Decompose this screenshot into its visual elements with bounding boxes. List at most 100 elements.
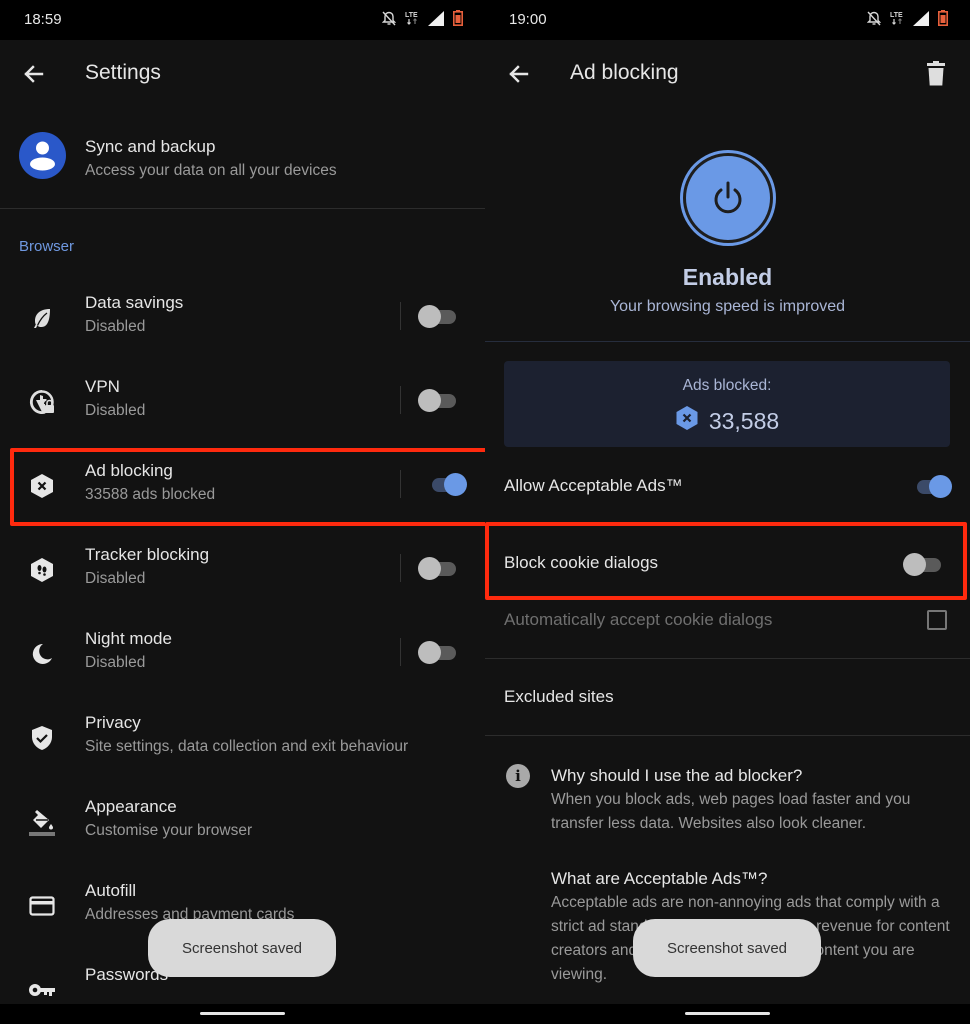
faq-question: Why should I use the ad blocker? — [551, 766, 803, 785]
item-subtitle: Disabled — [85, 402, 146, 419]
item-subtitle: Customise your browser — [85, 822, 253, 839]
app-bar: Settings — [0, 40, 485, 108]
battery-icon — [938, 10, 948, 31]
data-savings-toggle[interactable] — [418, 304, 458, 328]
item-title: Data savings — [85, 293, 184, 312]
vpn-toggle[interactable] — [418, 388, 458, 412]
settings-item-data-savings[interactable]: Data savings Disabled — [0, 276, 485, 360]
status-time: 19:00 — [509, 11, 547, 28]
back-arrow-icon[interactable] — [505, 60, 533, 88]
status-bar: 19:00 LTE — [485, 0, 970, 40]
item-title: Tracker blocking — [85, 545, 210, 564]
navigation-bar — [485, 1004, 970, 1024]
signal-icon — [913, 10, 929, 31]
excluded-sites-label: Excluded sites — [504, 687, 614, 706]
signal-icon — [428, 10, 444, 31]
divider — [400, 554, 401, 582]
ad-blocking-toggle[interactable] — [428, 472, 468, 496]
sync-title: Sync and backup — [85, 137, 216, 156]
key-icon — [26, 974, 58, 1006]
ad-block-hexagon-icon — [675, 405, 699, 437]
item-title: Night mode — [85, 629, 172, 648]
ad-blocker-power-button[interactable] — [680, 150, 776, 246]
option-allow-acceptable-ads[interactable]: Allow Acceptable Ads™ — [485, 460, 970, 514]
divider — [400, 638, 401, 666]
faq-answer: When you block ads, web pages load faste… — [551, 791, 911, 832]
ad-blocker-status: Enabled — [682, 264, 773, 290]
lte-icon: LTE — [405, 10, 419, 31]
credit-card-icon — [26, 890, 58, 922]
page-title: Ad blocking — [570, 61, 679, 84]
divider — [485, 735, 970, 736]
item-title: Autofill — [85, 881, 137, 900]
item-subtitle: 33588 ads blocked — [85, 486, 216, 503]
divider — [485, 341, 970, 342]
divider — [400, 302, 401, 330]
item-subtitle: Disabled — [85, 654, 146, 671]
option-block-cookie-dialogs[interactable]: Block cookie dialogs — [485, 530, 970, 600]
svg-text:LTE: LTE — [890, 12, 903, 19]
paint-bucket-icon — [26, 806, 58, 838]
auto-accept-cookie-checkbox[interactable] — [927, 610, 947, 630]
option-label: Automatically accept cookie dialogs — [504, 610, 773, 629]
item-subtitle: Site settings, data collection and exit … — [85, 738, 409, 755]
status-time: 18:59 — [24, 11, 62, 28]
settings-item-vpn[interactable]: VPN Disabled — [0, 360, 485, 444]
block-cookie-dialogs-toggle[interactable] — [903, 552, 943, 576]
item-title: Appearance — [85, 797, 177, 816]
toast-screenshot-saved: Screenshot saved — [633, 919, 821, 977]
lte-icon: LTE — [890, 10, 904, 31]
shield-check-icon — [26, 722, 58, 754]
excluded-sites-item[interactable]: Excluded sites — [485, 659, 970, 735]
ads-blocked-count: 33,588 — [708, 407, 780, 434]
item-subtitle: Disabled — [85, 318, 146, 335]
allow-acceptable-ads-toggle[interactable] — [913, 474, 953, 498]
ad-blocking-screen: 19:00 LTE Ad blocking Enabled Your brows… — [485, 0, 970, 1024]
page-title: Settings — [85, 61, 161, 84]
app-bar: Ad blocking — [485, 40, 970, 108]
option-label: Allow Acceptable Ads™ — [504, 476, 683, 495]
notifications-off-icon — [381, 11, 397, 31]
option-label: Block cookie dialogs — [504, 553, 659, 572]
settings-item-privacy[interactable]: Privacy Site settings, data collection a… — [0, 696, 485, 780]
battery-icon — [453, 10, 463, 31]
home-gesture-handle[interactable] — [200, 1012, 285, 1015]
ads-blocked-card: Ads blocked: 33,588 — [504, 361, 950, 447]
faq-item: Why should I use the ad blocker? When yo… — [551, 764, 951, 836]
svg-text:LTE: LTE — [405, 12, 418, 19]
avatar-icon — [19, 132, 66, 179]
home-gesture-handle[interactable] — [685, 1012, 770, 1015]
item-title: VPN — [85, 377, 120, 396]
item-title: Ad blocking — [85, 461, 173, 480]
section-header-browser: Browser — [19, 238, 75, 255]
back-arrow-icon[interactable] — [20, 60, 48, 88]
delete-trash-icon[interactable] — [924, 60, 948, 88]
info-icon: i — [506, 764, 530, 788]
leaf-icon — [26, 302, 58, 334]
navigation-bar — [0, 1004, 485, 1024]
settings-item-appearance[interactable]: Appearance Customise your browser — [0, 780, 485, 864]
night-mode-toggle[interactable] — [418, 640, 458, 664]
footprints-hexagon-icon — [26, 554, 58, 586]
globe-lock-icon — [26, 386, 58, 418]
settings-item-night-mode[interactable]: Night mode Disabled — [0, 612, 485, 696]
notifications-off-icon — [866, 11, 882, 31]
item-subtitle: Disabled — [85, 570, 146, 587]
settings-screen: 18:59 LTE Settings Sync and backup Acces… — [0, 0, 485, 1024]
tracker-blocking-toggle[interactable] — [418, 556, 458, 580]
ads-blocked-label: Ads blocked: — [682, 377, 772, 394]
power-icon — [714, 181, 742, 214]
option-auto-accept-cookie-dialogs[interactable]: Automatically accept cookie dialogs — [485, 600, 970, 640]
sync-and-backup-item[interactable]: Sync and backup Access your data on all … — [0, 118, 485, 208]
settings-item-tracker-blocking[interactable]: Tracker blocking Disabled — [0, 528, 485, 612]
divider — [400, 470, 401, 498]
toast-screenshot-saved: Screenshot saved — [148, 919, 336, 977]
settings-item-ad-blocking[interactable]: Ad blocking 33588 ads blocked — [0, 444, 485, 528]
status-bar: 18:59 LTE — [0, 0, 485, 40]
moon-icon — [26, 638, 58, 670]
sync-subtitle: Access your data on all your devices — [85, 162, 337, 179]
divider — [0, 208, 485, 209]
faq-question: What are Acceptable Ads™? — [551, 869, 768, 888]
item-title: Privacy — [85, 713, 141, 732]
ad-block-hexagon-icon — [26, 470, 58, 502]
